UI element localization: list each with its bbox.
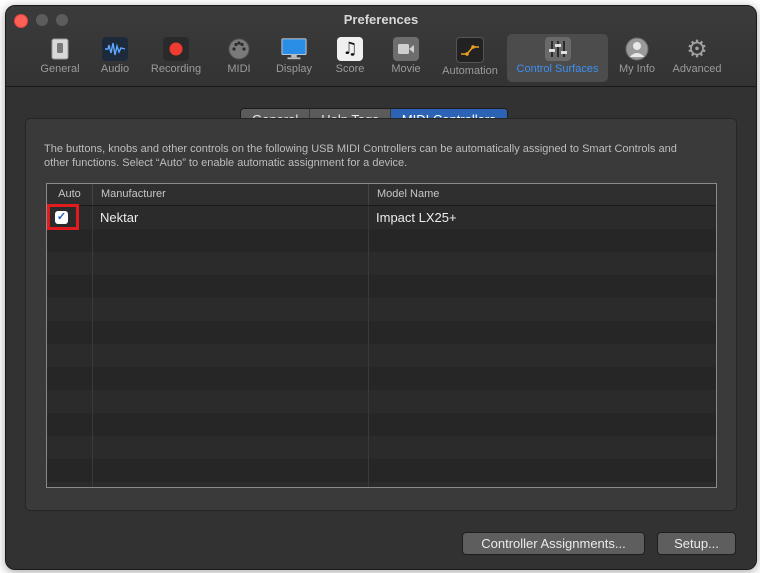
toolbar-label: Movie [391, 63, 421, 75]
advanced-icon: ⚙ [686, 35, 708, 63]
display-icon [281, 37, 307, 61]
toolbar-label: Display [275, 63, 313, 75]
toolbar-item-score[interactable]: ♫ Score [332, 34, 368, 82]
table-row [47, 436, 716, 459]
toolbar-item-control-surfaces[interactable]: Control Surfaces [507, 34, 608, 82]
score-icon: ♫ [337, 37, 363, 61]
model-name-cell: Impact LX25+ [376, 210, 457, 225]
table-row [47, 298, 716, 321]
preferences-content: General Help Tags MIDI Controllers The b… [6, 87, 756, 569]
toolbar-label: MIDI [227, 63, 251, 75]
setup-button[interactable]: Setup... [657, 532, 736, 555]
control-surfaces-icon [544, 37, 571, 61]
column-header-manufacturer[interactable]: Manufacturer [93, 184, 369, 205]
toolbar-item-audio[interactable]: Audio [97, 34, 133, 82]
table-row [47, 367, 716, 390]
movie-icon [393, 37, 419, 61]
toolbar-item-general[interactable]: General [39, 34, 81, 82]
column-header-auto[interactable]: Auto [47, 184, 93, 205]
midi-controllers-table: Auto Manufacturer Model Name ✓ Nektar Im… [46, 183, 717, 488]
toolbar-item-midi[interactable]: MIDI [222, 34, 256, 82]
table-row [47, 344, 716, 367]
column-header-model-name[interactable]: Model Name [369, 184, 716, 205]
table-row [47, 482, 716, 487]
toolbar-item-movie[interactable]: Movie [387, 34, 425, 82]
toolbar-item-display[interactable]: Display [272, 34, 316, 82]
controller-assignments-button[interactable]: Controller Assignments... [462, 532, 645, 555]
my-info-icon [624, 37, 650, 61]
table-row [47, 413, 716, 436]
title-bar: Preferences General Audio Recording MIDI… [6, 6, 756, 87]
toolbar-label: Automation [442, 65, 498, 77]
toolbar-label: Advanced [672, 63, 722, 75]
toolbar-label: Control Surfaces [516, 63, 599, 75]
table-row[interactable]: ✓ Nektar Impact LX25+ [47, 204, 716, 230]
table-row [47, 390, 716, 413]
table-row [47, 459, 716, 482]
table-row [47, 321, 716, 344]
manufacturer-cell: Nektar [93, 206, 369, 229]
highlight-box [47, 204, 79, 230]
table-row [47, 229, 716, 252]
toolbar-item-advanced[interactable]: ⚙ Advanced [669, 34, 725, 82]
table-row [47, 252, 716, 275]
general-icon [47, 37, 73, 61]
preferences-window: Preferences General Audio Recording MIDI… [5, 5, 757, 570]
table-rows: ✓ Nektar Impact LX25+ [47, 204, 716, 487]
midi-icon [226, 37, 252, 61]
toolbar-item-automation[interactable]: Automation [438, 34, 502, 82]
automation-icon [456, 37, 484, 63]
description-text: The buttons, knobs and other controls on… [44, 143, 677, 169]
toolbar-item-my-info[interactable]: My Info [615, 34, 659, 82]
auto-cell: ✓ [47, 204, 93, 230]
table-header: Auto Manufacturer Model Name [47, 184, 716, 206]
toolbar-item-recording[interactable]: Recording [146, 34, 206, 82]
toolbar-label: Recording [150, 63, 202, 75]
recording-icon [163, 37, 189, 61]
toolbar-label: Audio [100, 63, 130, 75]
toolbar-label: My Info [618, 63, 656, 75]
toolbar-label: General [40, 63, 80, 75]
audio-icon [102, 37, 128, 61]
toolbar-label: Score [335, 63, 365, 75]
table-row [47, 275, 716, 298]
window-title: Preferences [343, 12, 419, 27]
